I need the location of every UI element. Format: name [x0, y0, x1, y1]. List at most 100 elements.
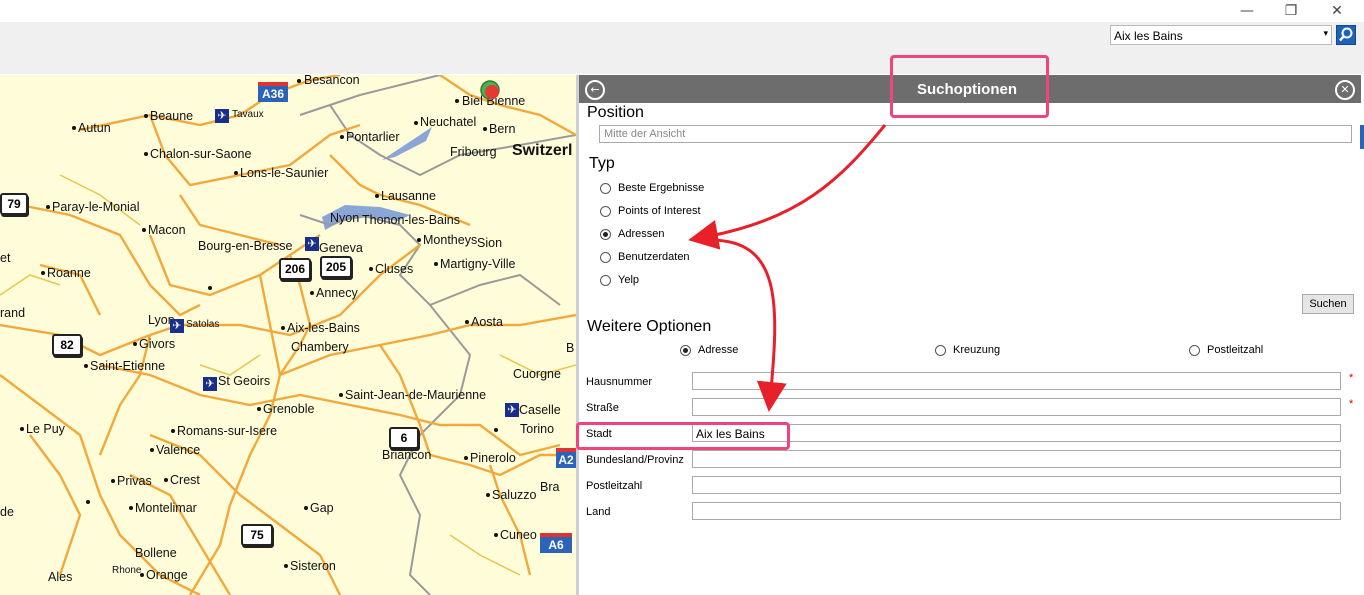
radio-button[interactable]	[600, 251, 611, 263]
map-label: Roanne	[47, 266, 91, 280]
city-marker	[464, 456, 468, 460]
state-input[interactable]	[692, 450, 1341, 468]
city-marker	[486, 493, 490, 497]
radio-button[interactable]	[680, 344, 691, 356]
map-label: Briancon	[382, 448, 432, 462]
city-marker	[86, 500, 90, 504]
street-input[interactable]	[692, 398, 1341, 416]
type-radio-best-results[interactable]: Beste Ergebnisse	[600, 182, 704, 194]
field-label-state: Bundesland/Provinz	[586, 454, 684, 466]
map-label: Tavaux	[232, 109, 264, 120]
field-label-postcode: Postleitzahl	[586, 480, 643, 492]
map-label: Chambery	[291, 340, 349, 354]
back-arrow-icon[interactable]: ←	[585, 80, 605, 100]
city-marker	[339, 393, 343, 397]
map-label: Privas	[117, 474, 152, 488]
city-marker	[208, 286, 212, 290]
city-marker	[111, 479, 115, 483]
city-marker	[417, 238, 421, 242]
city-marker	[494, 533, 498, 537]
city-marker	[72, 126, 76, 130]
map-label: Chalon-sur-Saone	[150, 147, 252, 161]
mode-radio-intersection[interactable]: Kreuzung	[935, 344, 1000, 356]
position-input[interactable]: Mitte der Ansicht	[599, 125, 1352, 143]
required-marker: *	[1349, 372, 1354, 384]
radio-button[interactable]	[600, 182, 611, 194]
map-label: Givors	[139, 337, 176, 351]
map-label: Romans-sur-Isere	[177, 424, 278, 438]
close-panel-icon[interactable]: ✕	[1335, 80, 1355, 100]
radio-button[interactable]	[1189, 344, 1200, 356]
mode-radio-address[interactable]: Adresse	[680, 344, 738, 356]
city-marker	[164, 478, 168, 482]
map-label: Aosta	[471, 315, 503, 329]
location-search-value: Aix les Bains	[1114, 29, 1183, 43]
close-window-button[interactable]: ✕	[1314, 0, 1360, 22]
map-label: Bra	[540, 480, 560, 494]
map-label: Le Puy	[26, 422, 65, 436]
radio-label: Postleitzahl	[1207, 344, 1264, 356]
city-marker	[284, 564, 288, 568]
map-label: Lausanne	[381, 189, 436, 203]
location-pin-icon[interactable]	[479, 79, 501, 101]
map-label: Macon	[148, 223, 186, 237]
minimize-button[interactable]: —	[1224, 0, 1270, 22]
postcode-input[interactable]	[692, 476, 1341, 494]
road-shield: 75	[241, 524, 273, 546]
search-submit-button[interactable]: Suchen	[1302, 294, 1354, 314]
airport-icon: ✈	[215, 109, 229, 123]
city-marker	[140, 573, 144, 577]
field-label-house-number: Hausnummer	[586, 376, 653, 388]
field-label-street: Straße	[586, 402, 620, 414]
radio-button[interactable]	[600, 228, 611, 240]
city-marker	[465, 320, 469, 324]
city-marker	[483, 127, 487, 131]
annotation-city-highlight	[576, 422, 790, 450]
chevron-down-icon[interactable]: ▾	[1323, 29, 1328, 39]
map-label: Sion	[477, 236, 503, 250]
map-label: Beaune	[150, 109, 194, 123]
city-marker	[304, 506, 308, 510]
map-view[interactable]: Besancon Biel Bienne Beaune Tavaux Autun…	[0, 75, 576, 595]
map-label: Crest	[170, 473, 200, 487]
radio-button[interactable]	[600, 274, 611, 286]
map-label: Torino	[520, 422, 555, 436]
type-radio-yelp[interactable]: Yelp	[600, 274, 639, 286]
map-label: Ales	[48, 570, 73, 584]
country-input[interactable]	[692, 502, 1341, 520]
map-label: Satolas	[186, 319, 220, 330]
restore-button[interactable]: ❐	[1268, 0, 1314, 22]
mode-radio-postcode[interactable]: Postleitzahl	[1189, 344, 1263, 356]
map-label: Thonon-les-Bains	[362, 213, 460, 227]
map-label: Grenoble	[263, 402, 315, 416]
map-label: Bollene	[135, 546, 177, 560]
city-marker	[281, 326, 285, 330]
city-marker	[414, 121, 418, 125]
map-label: Cuneo	[500, 528, 537, 542]
city-marker	[340, 135, 344, 139]
city-marker	[257, 407, 261, 411]
radio-button[interactable]	[600, 205, 611, 217]
search-options-panel: ← Suchoptionen ✕ Position Mitte der Ansi…	[579, 75, 1364, 595]
map-label: St Geoirs	[218, 374, 271, 388]
map-label: Pinerolo	[470, 451, 516, 465]
map-label: Montelimar	[135, 501, 197, 515]
search-button[interactable]	[1336, 25, 1356, 45]
city-marker	[144, 114, 148, 118]
type-radio-addresses[interactable]: Adressen	[600, 228, 664, 240]
house-number-input[interactable]	[692, 372, 1341, 390]
location-search-combo[interactable]: Aix les Bains ▾	[1110, 25, 1332, 45]
city-marker	[375, 194, 379, 198]
type-radio-poi[interactable]: Points of Interest	[600, 205, 701, 217]
type-radio-user-data[interactable]: Benutzerdaten	[600, 251, 690, 263]
radio-button[interactable]	[935, 344, 946, 356]
scroll-indicator[interactable]	[1360, 125, 1364, 149]
field-label-country: Land	[586, 506, 611, 518]
map-label: Saint-Etienne	[90, 359, 166, 373]
map-label: Switzerl	[512, 142, 573, 159]
city-marker	[434, 262, 438, 266]
map-label: Orange	[146, 568, 188, 582]
map-label: Besancon	[304, 75, 360, 87]
map-label: Valence	[156, 443, 201, 457]
radio-label: Benutzerdaten	[618, 251, 690, 263]
